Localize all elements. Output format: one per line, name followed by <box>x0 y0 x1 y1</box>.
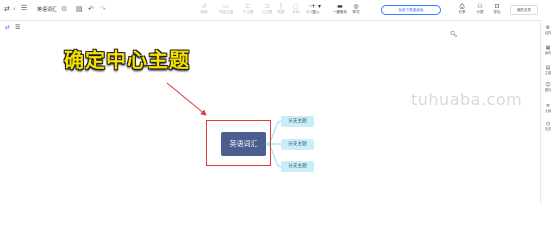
branch-topic[interactable]: 分支主题 <box>281 116 314 127</box>
annotation-arrow <box>166 82 207 116</box>
central-topic[interactable]: 英语词汇 <box>221 132 266 156</box>
watermark: tuhuaba.com <box>411 90 523 109</box>
branch-topic[interactable]: 分支主题 <box>281 139 314 150</box>
branch-topic[interactable]: 分支主题 <box>281 161 314 172</box>
annotation-text: 确定中心主题 <box>64 48 190 72</box>
